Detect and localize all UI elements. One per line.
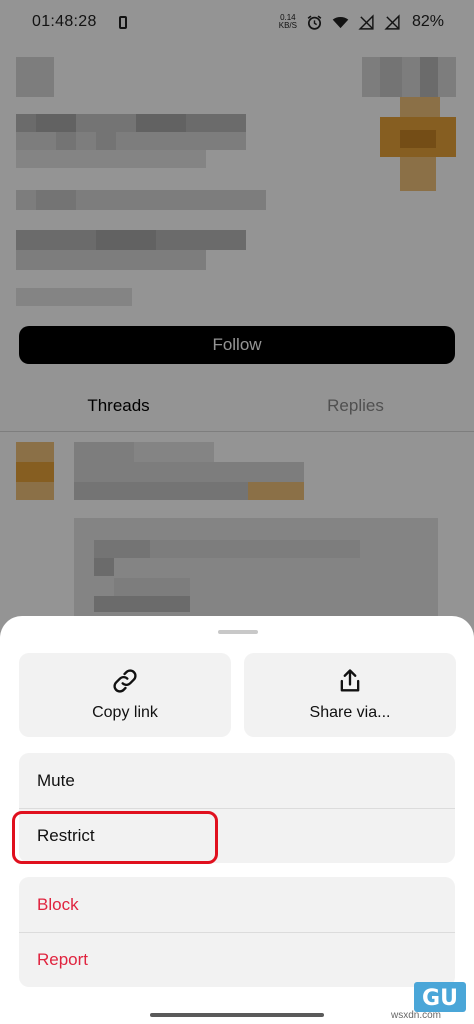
mute-option[interactable]: Mute [19,753,455,808]
more-options-sheet: Copy link Share via... Mute Restrict Blo… [0,616,474,1024]
watermark-domain: wsxdn.com [391,1010,442,1021]
share-icon [340,669,360,692]
share-via-button[interactable]: Share via... [244,653,456,737]
svg-text:GU: GU [422,986,458,1011]
copy-link-label: Copy link [92,704,158,721]
restrict-highlight-box [12,811,218,864]
copy-link-button[interactable]: Copy link [19,653,231,737]
block-option[interactable]: Block [19,877,455,932]
options-group-2: Block Report [19,877,455,987]
gesture-nav-bar[interactable] [150,1013,324,1017]
report-option[interactable]: Report [19,932,455,987]
share-via-label: Share via... [309,704,391,721]
sheet-drag-handle[interactable] [218,630,258,634]
link-icon [113,669,137,693]
site-logo-watermark: GU [414,982,466,1012]
gu-logo-icon: GU [414,982,466,1012]
